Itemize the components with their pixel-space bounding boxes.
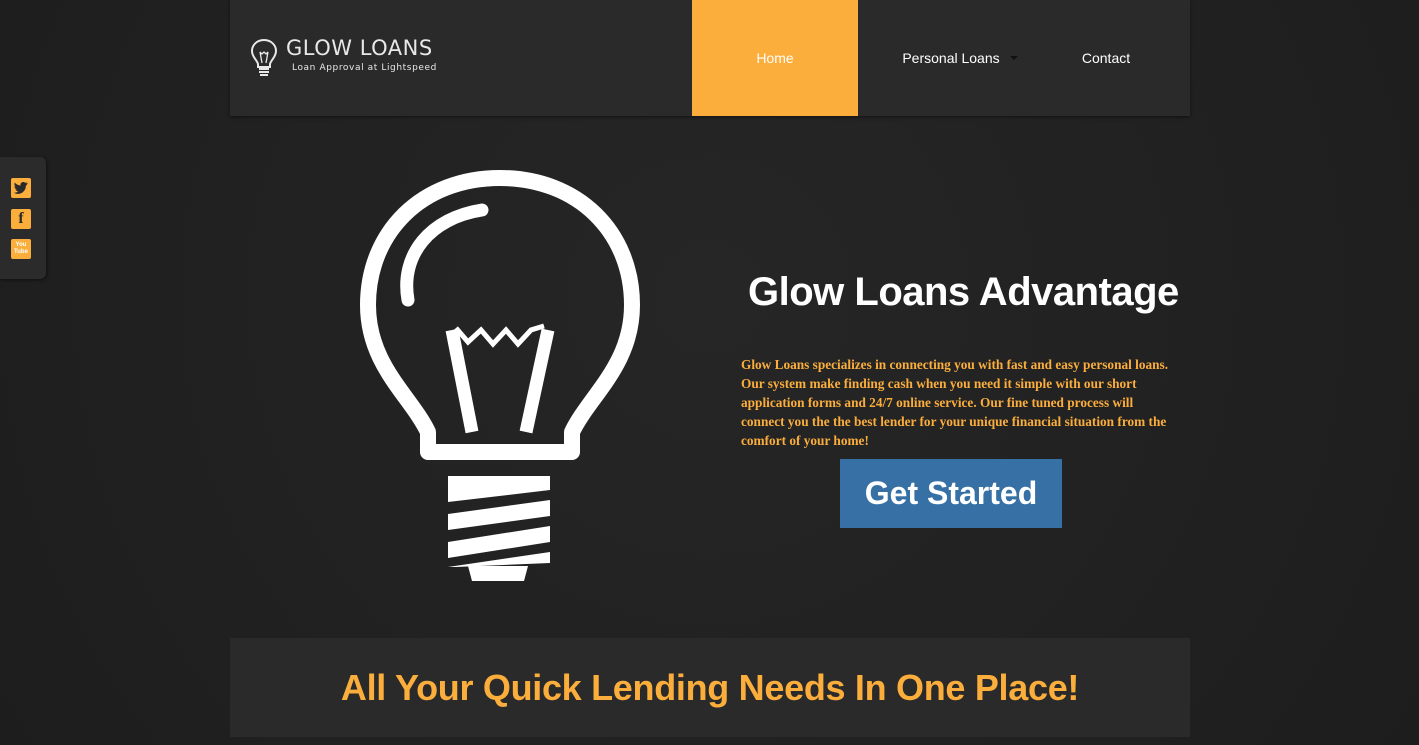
nav-personal-loans-label: Personal Loans [902,50,1000,66]
logo[interactable]: GLOW LOANS Loan Approval at Lightspeed [250,36,440,80]
logo-tagline: Loan Approval at Lightspeed [292,63,437,73]
nav-personal-loans[interactable]: Personal Loans [858,0,1044,116]
logo-title: GLOW LOANS [286,36,433,60]
youtube-you: You [15,242,27,248]
twitter-bird-glyph [13,181,28,194]
hero-description: Glow Loans specializes in connecting you… [741,357,1169,448]
tagline-banner: All Your Quick Lending Needs In One Plac… [230,638,1190,737]
nav-home-label: Home [756,50,794,66]
lightbulb-logo-icon [250,38,278,76]
nav-contact-label: Contact [1081,50,1131,66]
banner-heading: All Your Quick Lending Needs In One Plac… [340,666,1080,708]
youtube-tube: Tube [14,249,28,255]
nav-home[interactable]: Home [692,0,858,116]
main-nav: Home Personal Loans Contact [692,0,1168,116]
site-header: GLOW LOANS Loan Approval at Lightspeed H… [230,0,1190,116]
nav-contact[interactable]: Contact [1044,0,1168,116]
lightbulb-hero-icon [360,170,640,581]
youtube-icon[interactable]: You Tube [11,239,31,259]
social-sidebar: f You Tube [0,157,46,279]
caret-down-icon[interactable] [1010,56,1018,60]
facebook-icon[interactable]: f [11,209,31,229]
page: GLOW LOANS Loan Approval at Lightspeed H… [0,0,1419,745]
twitter-icon[interactable] [11,178,31,198]
hero-title: Glow Loans Advantage [748,270,1179,314]
get-started-button[interactable]: Get Started [840,459,1062,528]
